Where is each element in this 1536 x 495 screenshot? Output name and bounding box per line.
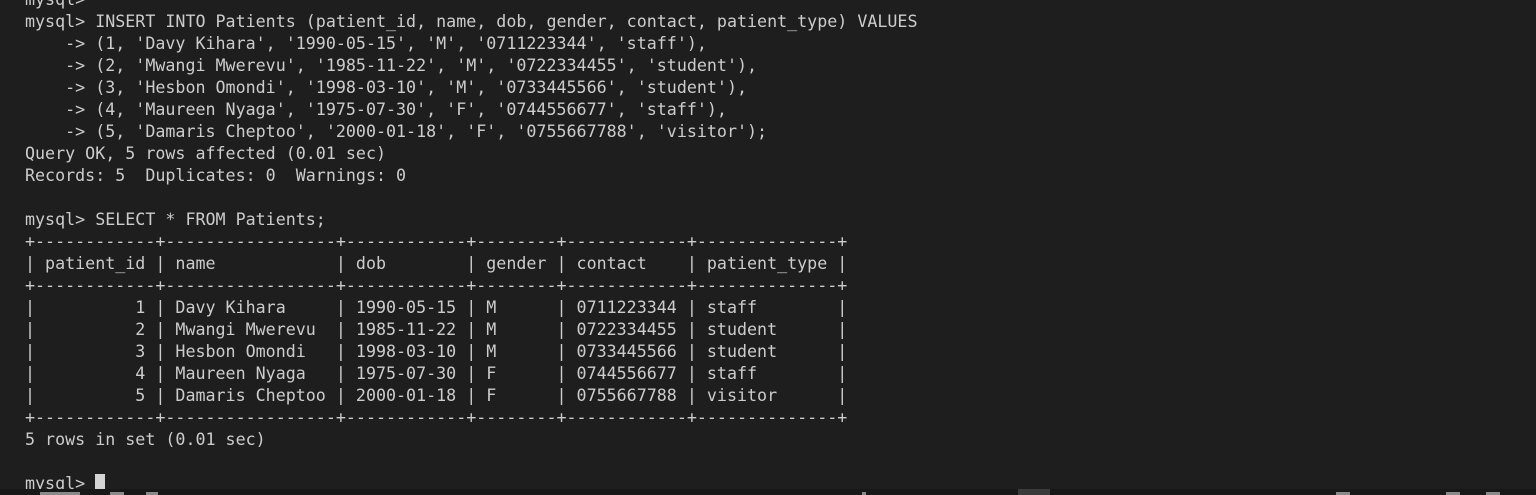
terminal-line: Query OK, 5 rows affected (0.01 sec) [25,144,387,163]
table-border-line: +------------+-----------------+--------… [25,276,848,295]
terminal-line: mysql> [25,0,917,11]
status-bar [0,489,1536,495]
table-row: | 3 | Hesbon Omondi | 1998-03-10 | M | 0… [25,342,848,361]
terminal-line: 5 rows in set (0.01 sec) [25,430,266,449]
table-border-line: +------------+-----------------+--------… [25,232,848,251]
terminal-line: -> (2, 'Mwangi Mwerevu', '1985-11-22', '… [25,56,758,75]
terminal-line: -> (3, 'Hesbon Omondi', '1998-03-10', 'M… [25,78,748,97]
terminal-line: Records: 5 Duplicates: 0 Warnings: 0 [25,166,407,185]
table-header-row: | patient_id | name | dob | gender | con… [25,254,848,273]
table-border-line: +------------+-----------------+--------… [25,408,848,427]
terminal-line: -> (5, 'Damaris Cheptoo', '2000-01-18', … [25,122,768,141]
table-row: | 2 | Mwangi Mwerevu | 1985-11-22 | M | … [25,320,848,339]
terminal-line: -> (1, 'Davy Kihara', '1990-05-15', 'M',… [25,34,707,53]
table-row: | 5 | Damaris Cheptoo | 2000-01-18 | F |… [25,386,848,405]
terminal-line: mysql> INSERT INTO Patients (patient_id,… [25,12,918,31]
table-row: | 4 | Maureen Nyaga | 1975-07-30 | F | 0… [25,364,848,383]
table-row: | 1 | Davy Kihara | 1990-05-15 | M | 071… [25,298,848,317]
terminal-line: -> (4, 'Maureen Nyaga', '1975-07-30', 'F… [25,100,727,119]
terminal-line: mysql> SELECT * FROM Patients; [25,210,326,229]
terminal-output: mysql> mysql> INSERT INTO Patients (pati… [25,0,917,495]
status-bar-icon [1018,489,1050,495]
terminal-window[interactable]: mysql> mysql> INSERT INTO Patients (pati… [0,0,1536,495]
